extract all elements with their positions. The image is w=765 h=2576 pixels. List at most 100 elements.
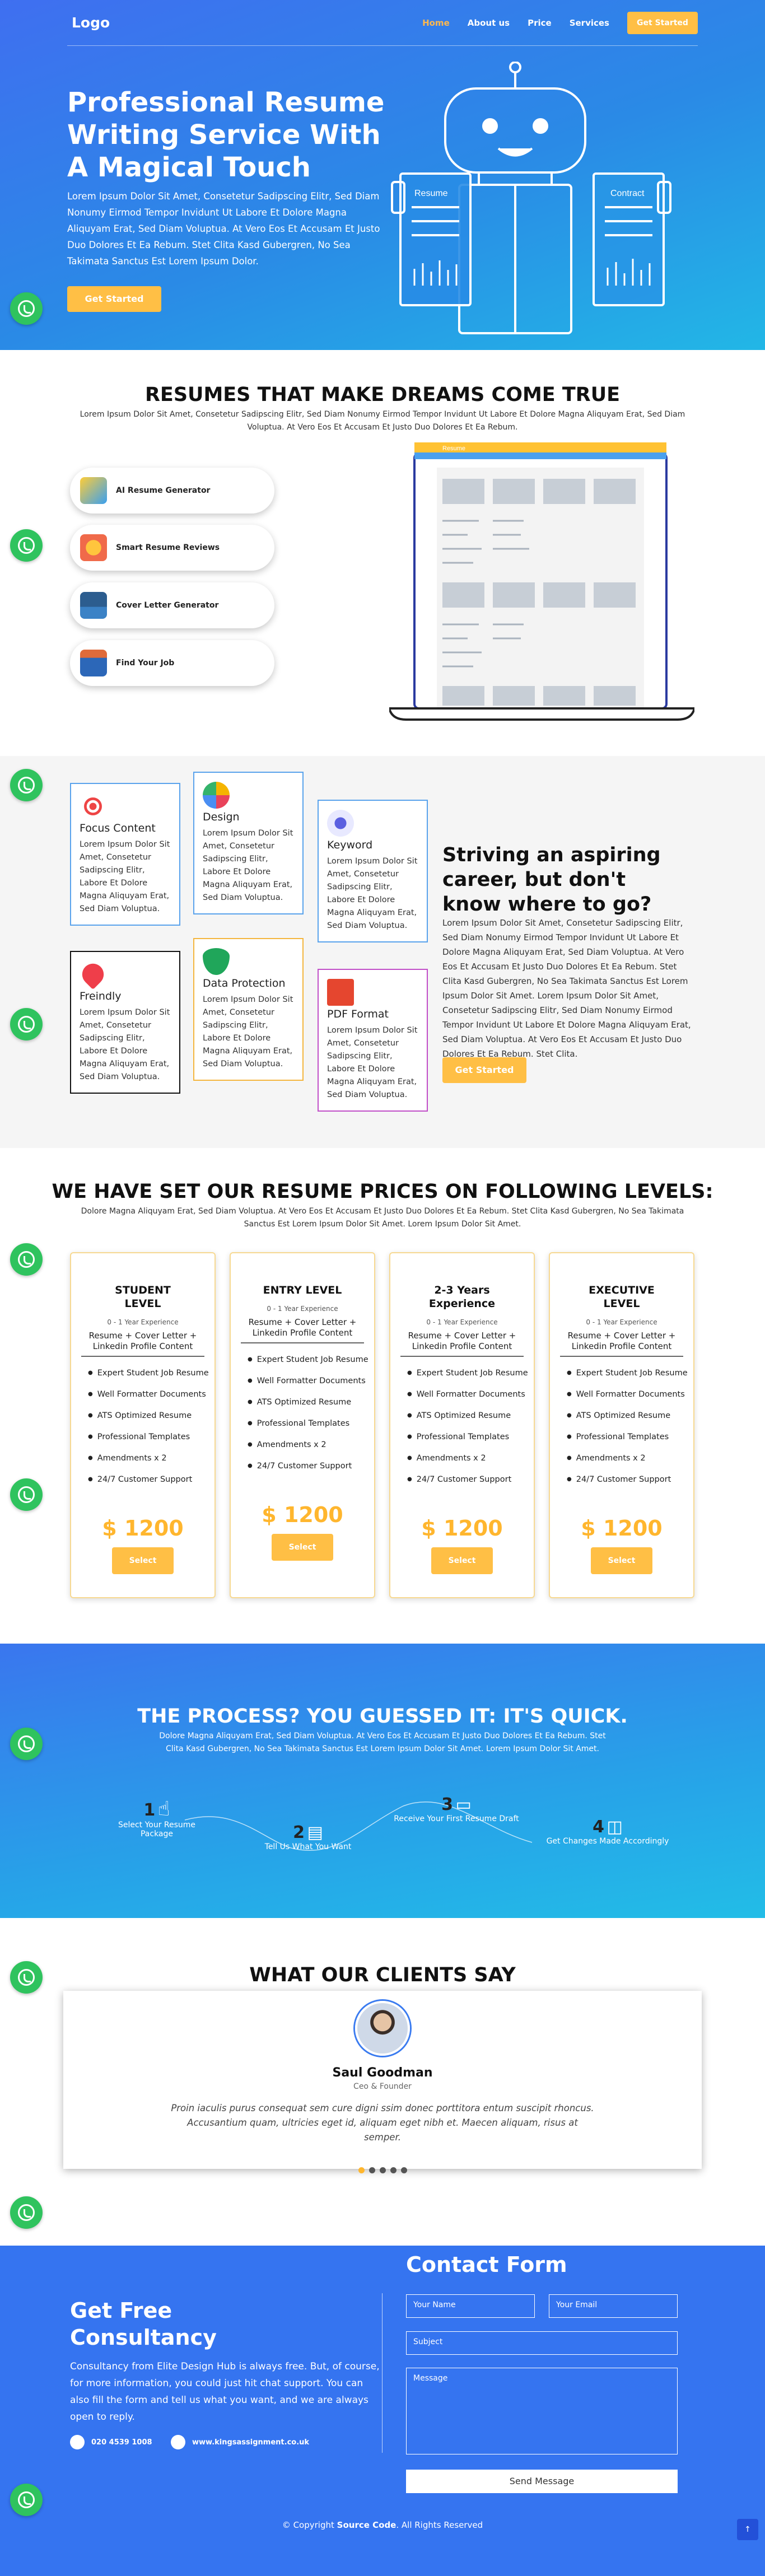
nav-link-price[interactable]: Price — [528, 18, 552, 28]
subject-input[interactable]: Subject — [406, 2331, 678, 2355]
clipboard-icon: ▤ — [307, 1823, 323, 1842]
hand-pointer-icon: ☝ — [157, 1798, 170, 1821]
carousel-dot[interactable] — [358, 2167, 365, 2173]
plan-select-button[interactable]: Select — [112, 1547, 174, 1574]
email-input[interactable]: Your Email — [549, 2294, 678, 2318]
plan-experience: 0 - 1 Year Experience — [426, 1318, 498, 1326]
process-text: Dolore Magna Aliquyam Erat, Sed Diam Vol… — [159, 1732, 606, 1753]
plan-select-button[interactable]: Select — [431, 1547, 493, 1574]
career-text: Lorem Ipsum Dolor Sit Amet, Consetetur S… — [442, 918, 691, 1059]
card-title: Freindly — [80, 990, 122, 1002]
plan-package: Resume + Cover Letter + Linkedin Profile… — [88, 1331, 197, 1351]
briefcase-icon: ◫ — [607, 1817, 623, 1837]
card-text: Lorem Ipsum Dolor Sit Amet, Consetetur S… — [80, 1008, 170, 1081]
back-to-top-button[interactable]: ↑ — [737, 2519, 758, 2540]
plan-feature: Expert Student Job Resume — [248, 1349, 374, 1370]
plan-feature: Well Formatter Documents — [567, 1384, 693, 1405]
carousel-dot[interactable] — [400, 2167, 407, 2173]
plan-features: Expert Student Job ResumeWell Formatter … — [390, 1362, 534, 1490]
nav-get-started-button[interactable]: Get Started — [627, 11, 698, 34]
card-data-protection: Data Protection Lorem Ipsum Dolor Sit Ame… — [193, 938, 304, 1081]
pricing-card: STUDENT LEVEL 0 - 1 Year Experience Resu… — [70, 1252, 216, 1598]
whatsapp-float-icon[interactable] — [10, 1478, 43, 1511]
plan-name: STUDENT LEVEL — [115, 1284, 171, 1310]
career-get-started-button[interactable]: Get Started — [442, 1057, 526, 1083]
plan-select-button[interactable]: Select — [591, 1547, 652, 1574]
card-text: Lorem Ipsum Dolor Sit Amet, Consetetur S… — [80, 840, 170, 913]
nav-link-about[interactable]: About us — [468, 18, 510, 28]
plan-feature: Professional Templates — [567, 1426, 693, 1448]
phone-icon — [70, 2435, 85, 2449]
plan-feature: Amendments x 2 — [407, 1448, 534, 1469]
contact-form-title: Contact Form — [406, 2252, 567, 2277]
plan-feature: Well Formatter Documents — [248, 1370, 374, 1392]
plan-experience: 0 - 1 Year Experience — [107, 1318, 179, 1326]
whatsapp-float-icon[interactable] — [10, 1961, 43, 1994]
name-input[interactable]: Your Name — [406, 2294, 535, 2318]
plan-package: Resume + Cover Letter + Linkedin Profile… — [408, 1331, 516, 1351]
card-design: Design Lorem Ipsum Dolor Sit Amet, Conset… — [193, 772, 304, 914]
whatsapp-float-icon[interactable] — [10, 529, 43, 562]
whatsapp-float-icon[interactable] — [10, 1008, 43, 1040]
ai-resume-icon — [80, 477, 107, 504]
message-textarea[interactable]: Message — [406, 2368, 678, 2454]
plan-feature: Professional Templates — [248, 1413, 374, 1434]
plan-feature: ATS Optimized Resume — [88, 1405, 214, 1426]
whatsapp-float-icon[interactable] — [10, 769, 43, 801]
plan-feature: ATS Optimized Resume — [407, 1405, 534, 1426]
process-step-2: 2 ▤ Tell Us What You Want — [258, 1823, 358, 1851]
client-role: Ceo & Founder — [353, 2082, 412, 2091]
plan-experience: 0 - 1 Year Experience — [267, 1305, 338, 1313]
dreams-title: RESUMES THAT MAKE DREAMS COME TRUE — [144, 384, 621, 406]
copyright-brand[interactable]: Source Code — [337, 2520, 397, 2530]
plan-package: Resume + Cover Letter + Linkedin Profile… — [248, 1317, 357, 1338]
copyright-prefix: © Copyright — [282, 2520, 337, 2530]
carousel-dot[interactable] — [368, 2167, 375, 2173]
feature-cover-letter-generator[interactable]: Cover Letter Generator — [70, 582, 274, 628]
nav-link-services[interactable]: Services — [570, 18, 609, 28]
website-info[interactable]: www.kingsassignment.co.uk — [171, 2435, 309, 2449]
card-text: Lorem Ipsum Dolor Sit Amet, Consetetur S… — [327, 857, 418, 930]
doc-right-label: Contract — [610, 189, 645, 198]
plan-divider — [81, 1356, 204, 1357]
send-message-button[interactable]: Send Message — [406, 2470, 678, 2493]
plan-features: Expert Student Job ResumeWell Formatter … — [71, 1362, 214, 1490]
feature-ai-resume-generator[interactable]: AI Resume Generator — [70, 468, 274, 514]
card-text: Lorem Ipsum Dolor Sit Amet, Consetetur S… — [327, 1026, 418, 1099]
hero-get-started-button[interactable]: Get Started — [67, 286, 161, 312]
feature-label: Cover Letter Generator — [116, 601, 219, 610]
plan-feature: Expert Student Job Resume — [407, 1362, 534, 1384]
robot-illustration: Resume Contract — [391, 62, 671, 334]
step-label: Get Changes Made Accordingly — [546, 1837, 669, 1846]
process-step-1: 1 ☝ Select Your Resume Package — [101, 1798, 213, 1838]
plan-feature: Professional Templates — [407, 1426, 534, 1448]
laptop-resume-illustration: Resume — [389, 442, 694, 721]
carousel-dot[interactable] — [390, 2167, 397, 2173]
whatsapp-float-icon[interactable] — [10, 2196, 43, 2229]
card-text: Lorem Ipsum Dolor Sit Amet, Consetetur S… — [203, 829, 293, 902]
plan-feature: Amendments x 2 — [567, 1448, 693, 1469]
feature-smart-resume-reviews[interactable]: Smart Resume Reviews — [70, 525, 274, 571]
career-heading: Striving an aspiring career, but don't k… — [442, 844, 661, 916]
whatsapp-float-icon[interactable] — [10, 1728, 43, 1760]
card-freindly: Freindly Lorem Ipsum Dolor Sit Amet, Cons… — [70, 951, 180, 1094]
consultancy-text: Consultancy from Elite Design Hub is alw… — [70, 2361, 380, 2423]
feature-find-your-job[interactable]: Find Your Job — [70, 640, 274, 686]
pdf-icon — [327, 979, 354, 1006]
carousel-dot[interactable] — [379, 2167, 386, 2173]
nav-link-home[interactable]: Home — [422, 18, 450, 28]
whatsapp-float-icon[interactable] — [10, 292, 43, 325]
step-label: Tell Us What You Want — [264, 1842, 352, 1851]
whatsapp-float-icon[interactable] — [10, 2484, 43, 2516]
logo[interactable]: Logo — [72, 15, 110, 31]
keyword-icon — [327, 810, 354, 837]
website-link: www.kingsassignment.co.uk — [192, 2438, 310, 2447]
plan-feature: Professional Templates — [88, 1426, 214, 1448]
card-title: Keyword — [327, 839, 373, 851]
palette-icon — [203, 782, 230, 809]
plan-feature: Well Formatter Documents — [407, 1384, 534, 1405]
plan-select-button[interactable]: Select — [272, 1534, 333, 1561]
whatsapp-float-icon[interactable] — [10, 1243, 43, 1276]
client-name: Saul Goodman — [332, 2066, 433, 2080]
phone-info[interactable]: 020 4539 1008 — [70, 2435, 152, 2449]
